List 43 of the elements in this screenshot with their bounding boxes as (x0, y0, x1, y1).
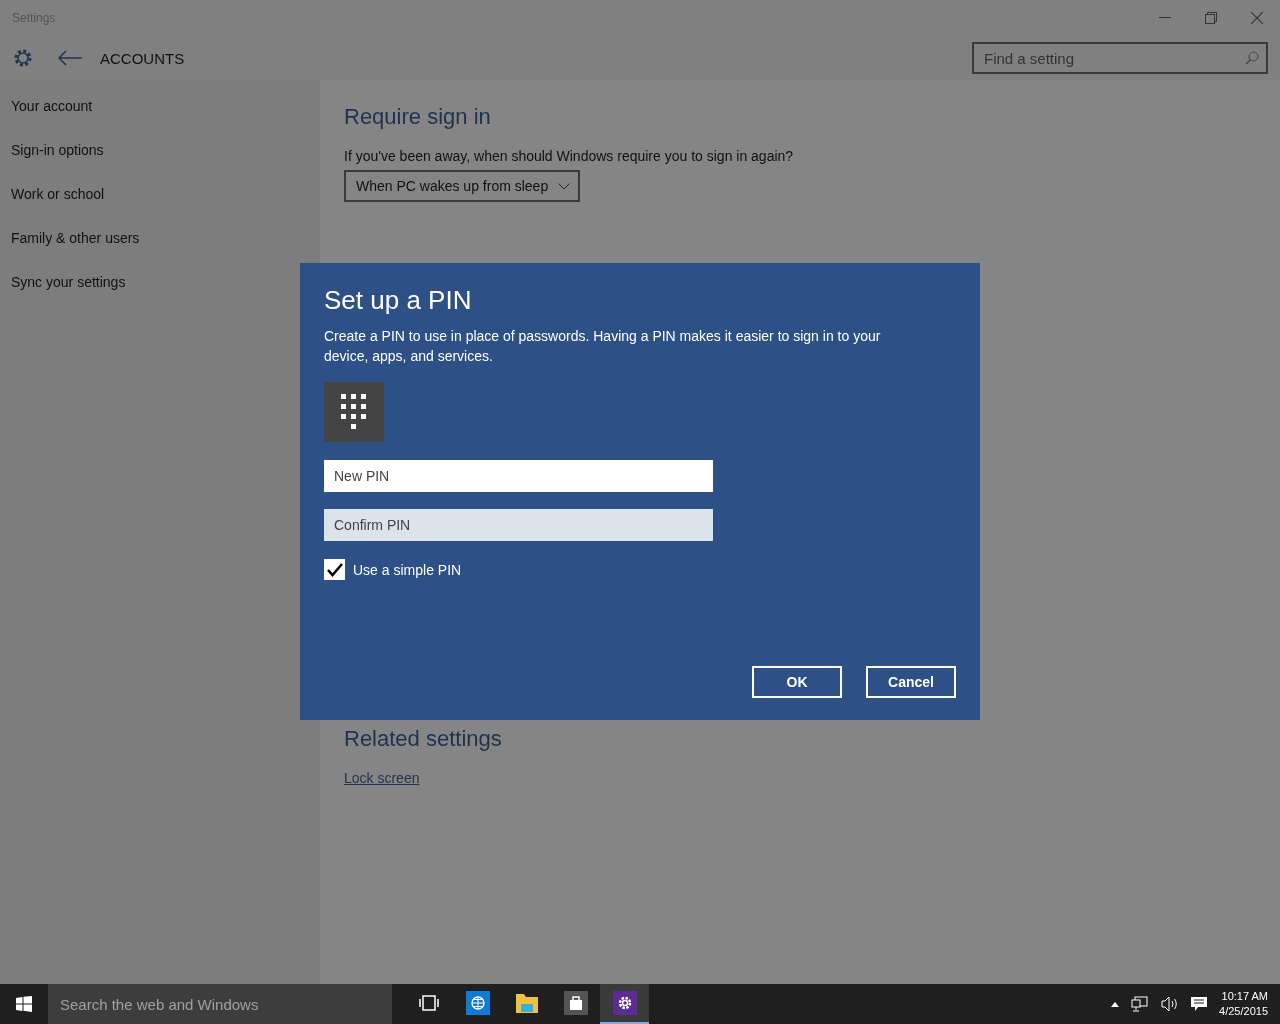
dialog-button[interactable]: OK (752, 666, 842, 698)
checkbox[interactable] (324, 559, 345, 580)
section-heading: Related settings (344, 726, 503, 752)
notification-icon[interactable] (1191, 996, 1208, 1012)
taskbar-search-field[interactable]: Search the web and Windows (48, 984, 392, 1024)
task-view-icon (418, 995, 439, 1011)
dialog-description: Create a PIN to use in place of passwords. Having a PIN makes it easier to sign in to your device, apps, and services. (324, 327, 882, 366)
chevron-up-icon[interactable] (1111, 1001, 1120, 1007)
time-text: 10:17 AM (1221, 989, 1268, 1004)
sidebar-item[interactable]: Work or school (0, 172, 320, 216)
clock[interactable]: 10:17 AM 4/25/2015 (1219, 989, 1268, 1019)
dialog-button[interactable]: Cancel (866, 666, 956, 698)
chevron-down-icon (558, 182, 571, 190)
network-icon[interactable] (1131, 996, 1150, 1012)
checkmark-icon (326, 562, 343, 577)
pin-field[interactable]: New PIN (324, 460, 713, 492)
search-field[interactable]: Find a setting (972, 42, 1268, 74)
checkbox-label: Use a simple PIN (353, 561, 462, 578)
lock-screen-link[interactable]: Lock screen (344, 770, 420, 786)
shopping-bag-icon (563, 991, 588, 1015)
windows-logo-icon (16, 996, 32, 1012)
keypad-icon (340, 393, 368, 431)
gear-icon (612, 991, 637, 1015)
sidebar-item[interactable]: Family & other users (0, 216, 320, 260)
close-icon (1251, 12, 1263, 24)
back-arrow-icon[interactable] (58, 50, 82, 66)
gear-icon (12, 47, 34, 69)
sign-in-dropdown[interactable]: When PC wakes up from sleep (344, 170, 581, 202)
sidebar-item[interactable]: Sign-in options (0, 128, 320, 172)
page-title: ACCOUNTS (100, 49, 186, 67)
section-heading: Require sign in (344, 104, 492, 130)
globe-icon (465, 991, 490, 1015)
speaker-icon[interactable] (1161, 996, 1180, 1012)
minimize-icon (1159, 17, 1171, 19)
pin-field[interactable]: Confirm PIN (324, 509, 713, 541)
dialog-title: Set up a PIN (324, 285, 473, 316)
sidebar-item[interactable]: Your account (0, 84, 320, 128)
restore-icon (1205, 12, 1217, 24)
search-icon (1245, 51, 1259, 65)
taskbar-app-button[interactable] (600, 984, 649, 1024)
folder-icon (514, 992, 539, 1014)
setting-label: If you've been away, when should Windows require you to sign in again? (344, 148, 795, 164)
date-text: 4/25/2015 (1219, 1004, 1268, 1019)
